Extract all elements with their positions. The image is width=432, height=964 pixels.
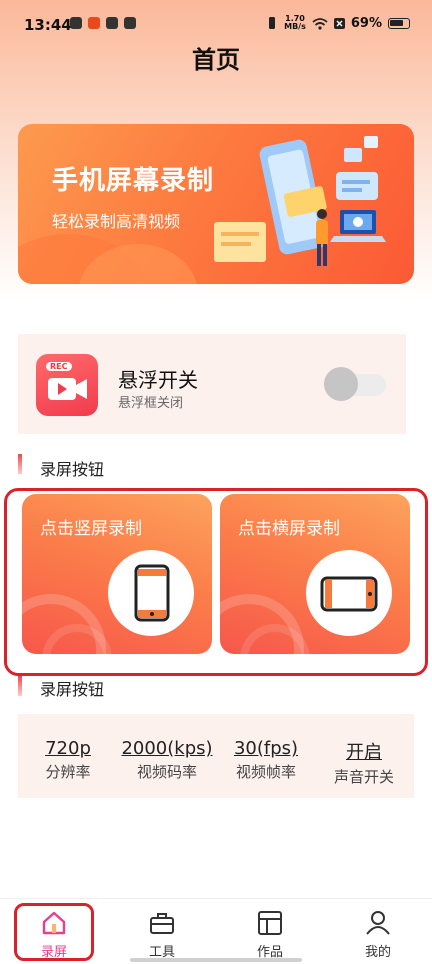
- notification-icons: [70, 17, 136, 29]
- float-switch-status: 悬浮框关闭: [118, 396, 184, 411]
- sim-icon: [333, 17, 345, 29]
- app-notification-icon: [70, 17, 82, 29]
- section-marker: [18, 676, 22, 696]
- app-notification-icon: [124, 17, 136, 29]
- section-marker: [18, 454, 22, 474]
- setting-resolution-label: 分辨率: [45, 763, 91, 781]
- setting-bitrate-value: 2000(kps): [121, 738, 213, 759]
- home-indicator[interactable]: [130, 958, 302, 962]
- status-right: 1.70 MB/s 69%: [266, 15, 410, 31]
- wifi-icon: [312, 17, 328, 30]
- float-switch-title: 悬浮开关: [118, 368, 198, 392]
- battery-percent: 69%: [350, 15, 382, 31]
- setting-audio-label: 声音开关: [333, 768, 394, 786]
- banner-subtitle: 轻松录制高清视频: [52, 212, 181, 231]
- nav-item-tools[interactable]: 工具: [122, 909, 202, 960]
- setting-audio-value: 开启: [346, 742, 382, 763]
- float-switch-toggle[interactable]: [324, 367, 388, 401]
- app-notification-icon: [88, 17, 100, 29]
- setting-bitrate-label: 视频码率: [136, 763, 197, 781]
- setting-bitrate[interactable]: 2000(kps) 视频码率: [118, 738, 216, 782]
- toggle-knob: [324, 367, 358, 401]
- works-icon: [258, 911, 282, 935]
- banner-illustration: [214, 136, 386, 266]
- nav-record-highlight: [14, 903, 94, 961]
- page-title: 首页: [192, 46, 240, 74]
- setting-framerate[interactable]: 30(fps) 视频帧率: [230, 738, 302, 782]
- net-speed: 1.70 MB/s: [284, 15, 306, 31]
- float-switch-card: REC 悬浮开关 悬浮框关闭: [18, 334, 406, 434]
- status-time: 13:44: [24, 16, 72, 34]
- nav-item-works[interactable]: 作品: [230, 909, 310, 960]
- rec-badge: REC: [46, 362, 72, 371]
- record-buttons-highlight: [4, 488, 428, 676]
- nav-label-profile: 我的: [364, 945, 391, 960]
- nav-item-profile[interactable]: 我的: [338, 909, 418, 960]
- record-settings-panel: 720p 分辨率 2000(kps) 视频码率 30(fps) 视频帧率 开启 …: [18, 714, 414, 798]
- net-speed-unit: MB/s: [284, 22, 306, 31]
- setting-resolution[interactable]: 720p 分辨率: [40, 738, 96, 782]
- section-title-record: 录屏按钮: [40, 460, 105, 479]
- setting-resolution-value: 720p: [45, 738, 91, 759]
- rec-camera-icon: REC: [36, 354, 98, 416]
- setting-audio[interactable]: 开启 声音开关: [328, 738, 400, 787]
- section-title-settings: 录屏按钮: [40, 680, 105, 699]
- banner-title: 手机屏幕录制: [52, 166, 215, 196]
- banner[interactable]: 手机屏幕录制 轻松录制高清视频: [18, 124, 414, 284]
- setting-framerate-value: 30(fps): [233, 738, 299, 759]
- toolbox-icon: [150, 913, 174, 934]
- profile-icon: [366, 911, 390, 935]
- battery-icon: [388, 17, 410, 29]
- vibrate-icon: [269, 17, 276, 29]
- crown-icon: [106, 17, 118, 29]
- setting-framerate-label: 视频帧率: [235, 763, 296, 781]
